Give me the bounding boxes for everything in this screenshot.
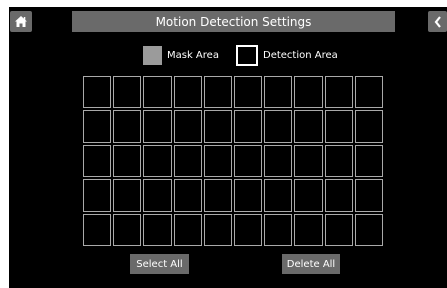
back-button[interactable] bbox=[428, 11, 447, 32]
grid-cell[interactable] bbox=[203, 213, 232, 246]
home-button[interactable] bbox=[10, 11, 32, 32]
grid-cell[interactable] bbox=[203, 76, 232, 109]
grid-cell[interactable] bbox=[143, 76, 172, 109]
grid-cell[interactable] bbox=[83, 144, 112, 178]
grid-cell[interactable] bbox=[234, 110, 263, 143]
grid-cell[interactable] bbox=[324, 76, 353, 109]
grid-cell[interactable] bbox=[354, 144, 383, 178]
grid-cell[interactable] bbox=[234, 144, 263, 178]
grid-cell[interactable] bbox=[264, 144, 293, 178]
grid-cell[interactable] bbox=[83, 179, 112, 212]
grid-cell[interactable] bbox=[264, 213, 293, 246]
grid-cell[interactable] bbox=[173, 110, 202, 143]
detection-area-label: Detection Area bbox=[263, 50, 338, 61]
grid-cell[interactable] bbox=[354, 110, 383, 143]
grid-cell[interactable] bbox=[203, 179, 232, 212]
grid-cell[interactable] bbox=[354, 76, 383, 109]
grid-cell[interactable] bbox=[113, 213, 142, 246]
delete-all-button[interactable]: Delete All bbox=[282, 254, 340, 274]
grid-cell[interactable] bbox=[234, 179, 263, 212]
grid-cell[interactable] bbox=[113, 144, 142, 178]
grid-cell[interactable] bbox=[83, 110, 112, 143]
legend-mask: Mask Area bbox=[143, 45, 219, 66]
grid-cell[interactable] bbox=[264, 76, 293, 109]
page-title: Motion Detection Settings bbox=[72, 11, 395, 32]
grid-cell[interactable] bbox=[324, 213, 353, 246]
grid-cell[interactable] bbox=[113, 110, 142, 143]
grid-cell[interactable] bbox=[294, 110, 323, 143]
mask-area-label: Mask Area bbox=[167, 50, 219, 61]
grid-cell[interactable] bbox=[324, 144, 353, 178]
grid-cell[interactable] bbox=[354, 213, 383, 246]
grid-cell[interactable] bbox=[294, 144, 323, 178]
grid-cell[interactable] bbox=[173, 76, 202, 109]
grid-cell[interactable] bbox=[83, 213, 112, 246]
grid-cell[interactable] bbox=[143, 179, 172, 212]
grid-cell[interactable] bbox=[203, 144, 232, 178]
grid-cell[interactable] bbox=[294, 179, 323, 212]
grid-cell[interactable] bbox=[113, 179, 142, 212]
select-all-button[interactable]: Select All bbox=[130, 254, 189, 274]
detection-swatch bbox=[236, 45, 258, 66]
grid-cell[interactable] bbox=[143, 213, 172, 246]
grid-cell[interactable] bbox=[324, 110, 353, 143]
grid-cell[interactable] bbox=[113, 76, 142, 109]
home-icon bbox=[15, 16, 27, 27]
grid-cell[interactable] bbox=[294, 76, 323, 109]
chevron-left-icon bbox=[434, 15, 441, 28]
grid-cell[interactable] bbox=[173, 144, 202, 178]
detection-grid bbox=[83, 76, 383, 246]
grid-cell[interactable] bbox=[324, 179, 353, 212]
grid-cell[interactable] bbox=[234, 76, 263, 109]
grid-cell[interactable] bbox=[234, 213, 263, 246]
grid-cell[interactable] bbox=[203, 110, 232, 143]
grid-cell[interactable] bbox=[264, 179, 293, 212]
grid-cell[interactable] bbox=[83, 76, 112, 109]
grid-cell[interactable] bbox=[143, 144, 172, 178]
mask-swatch bbox=[143, 46, 162, 65]
grid-cell[interactable] bbox=[143, 110, 172, 143]
legend-detection: Detection Area bbox=[236, 45, 338, 66]
grid-cell[interactable] bbox=[264, 110, 293, 143]
grid-cell[interactable] bbox=[294, 213, 323, 246]
grid-cell[interactable] bbox=[173, 179, 202, 212]
grid-cell[interactable] bbox=[354, 179, 383, 212]
grid-cell[interactable] bbox=[173, 213, 202, 246]
